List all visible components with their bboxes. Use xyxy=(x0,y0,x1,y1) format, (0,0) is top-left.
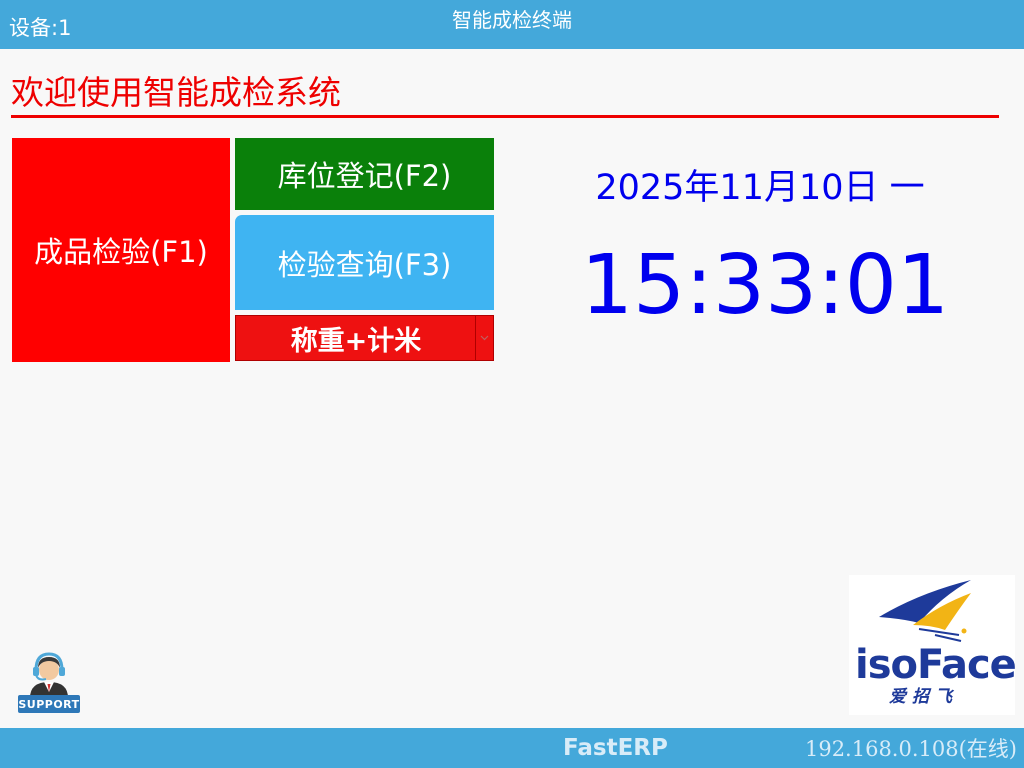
product-inspection-button[interactable]: 成品检验(F1) xyxy=(12,138,230,362)
connection-status: 192.168.0.108(在线) xyxy=(804,737,1017,761)
dropdown-toggle[interactable] xyxy=(475,316,493,360)
inspection-query-button[interactable]: 检验查询(F3) xyxy=(235,215,494,310)
support-button[interactable]: SUPPORT xyxy=(16,648,82,716)
terminal-screen: 设备:1 智能成检终端 欢迎使用智能成检系统 成品检验(F1) 库位登记(F2)… xyxy=(0,0,1024,768)
logo-swoosh-icon xyxy=(879,580,971,642)
support-agent-icon xyxy=(30,652,68,698)
header-bar: 设备:1 智能成检终端 xyxy=(0,0,1024,49)
measure-mode-select[interactable]: 称重+计米 xyxy=(235,315,494,361)
support-label: SUPPORT xyxy=(18,695,80,713)
current-time: 15:33:01 xyxy=(580,238,950,333)
location-register-button[interactable]: 库位登记(F2) xyxy=(235,138,494,210)
chevron-down-icon xyxy=(480,335,489,341)
app-title: 智能成检终端 xyxy=(452,8,572,32)
logo-wordmark: isoFace xyxy=(855,642,1017,688)
current-date: 2025年11月10日 一 xyxy=(595,168,925,208)
logo-chinese-name: 爱招飞 xyxy=(889,687,958,707)
measure-mode-value: 称重+计米 xyxy=(290,325,422,357)
isoface-logo: isoFace 爱招飞 xyxy=(849,575,1017,715)
footer-bar: FastERP 192.168.0.108(在线) xyxy=(0,728,1024,768)
welcome-divider xyxy=(11,115,999,118)
welcome-heading: 欢迎使用智能成检系统 xyxy=(11,73,341,112)
footer-brand: FastERP xyxy=(563,735,668,761)
